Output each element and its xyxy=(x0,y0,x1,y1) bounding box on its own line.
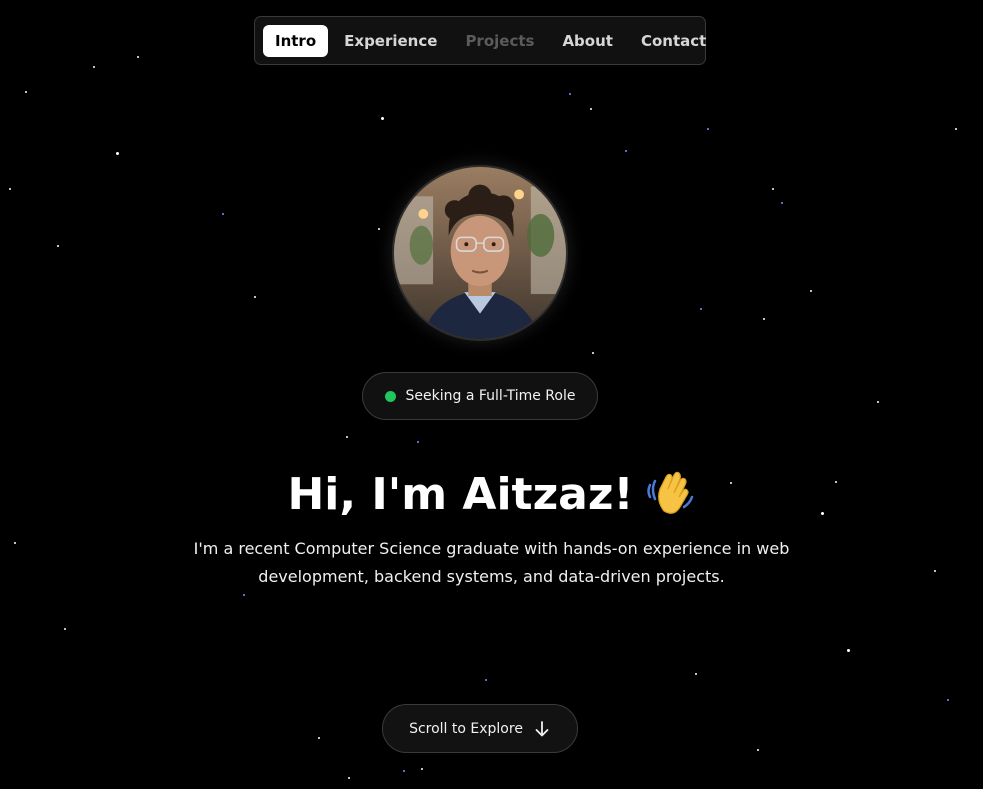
star xyxy=(625,150,627,152)
star xyxy=(243,594,245,596)
star xyxy=(254,296,256,298)
nav-item-intro[interactable]: Intro xyxy=(263,24,329,57)
profile-photo xyxy=(394,167,566,339)
star xyxy=(763,318,765,320)
star xyxy=(421,768,423,770)
star xyxy=(700,308,702,310)
star xyxy=(781,202,783,204)
status-dot-icon xyxy=(384,390,396,402)
star xyxy=(934,570,936,572)
star xyxy=(877,401,879,403)
star xyxy=(485,679,487,681)
waving-hand-icon xyxy=(644,467,696,519)
star xyxy=(318,737,320,739)
star xyxy=(57,245,59,247)
hero-description: I'm a recent Computer Science graduate w… xyxy=(193,539,790,586)
star xyxy=(757,749,759,751)
star xyxy=(810,290,812,292)
star xyxy=(403,770,405,772)
star xyxy=(590,108,592,110)
scroll-to-explore-button[interactable]: Scroll to Explore xyxy=(382,704,578,753)
star xyxy=(847,649,850,652)
star xyxy=(64,628,66,630)
star xyxy=(348,777,350,779)
star xyxy=(93,66,95,68)
star xyxy=(378,228,380,230)
star xyxy=(772,188,774,190)
star xyxy=(9,188,11,190)
star xyxy=(955,128,957,130)
star xyxy=(116,152,119,155)
status-badge: Seeking a Full-Time Role xyxy=(362,372,598,420)
star xyxy=(346,436,348,438)
star xyxy=(25,91,27,93)
main-nav: Intro Experience Projects About Contact xyxy=(254,16,706,65)
star xyxy=(381,117,384,120)
star xyxy=(14,542,16,544)
nav-item-projects[interactable]: Projects xyxy=(453,25,546,57)
hero-title: Hi, I'm Aitzaz! xyxy=(0,465,983,525)
star xyxy=(222,213,224,215)
star xyxy=(947,699,949,701)
star xyxy=(137,56,139,58)
page: Intro Experience Projects About Contact xyxy=(0,0,983,789)
star xyxy=(569,93,571,95)
hero-title-text: Hi, I'm Aitzaz! xyxy=(287,469,634,520)
star xyxy=(695,673,697,675)
star xyxy=(417,441,419,443)
arrow-down-icon xyxy=(533,720,551,738)
nav-item-contact[interactable]: Contact xyxy=(629,25,718,57)
scroll-label: Scroll to Explore xyxy=(409,720,523,737)
status-text: Seeking a Full-Time Role xyxy=(405,388,576,404)
star xyxy=(592,352,594,354)
avatar xyxy=(392,165,568,341)
nav-item-experience[interactable]: Experience xyxy=(332,25,449,57)
nav-item-about[interactable]: About xyxy=(550,25,625,57)
star xyxy=(707,128,709,130)
